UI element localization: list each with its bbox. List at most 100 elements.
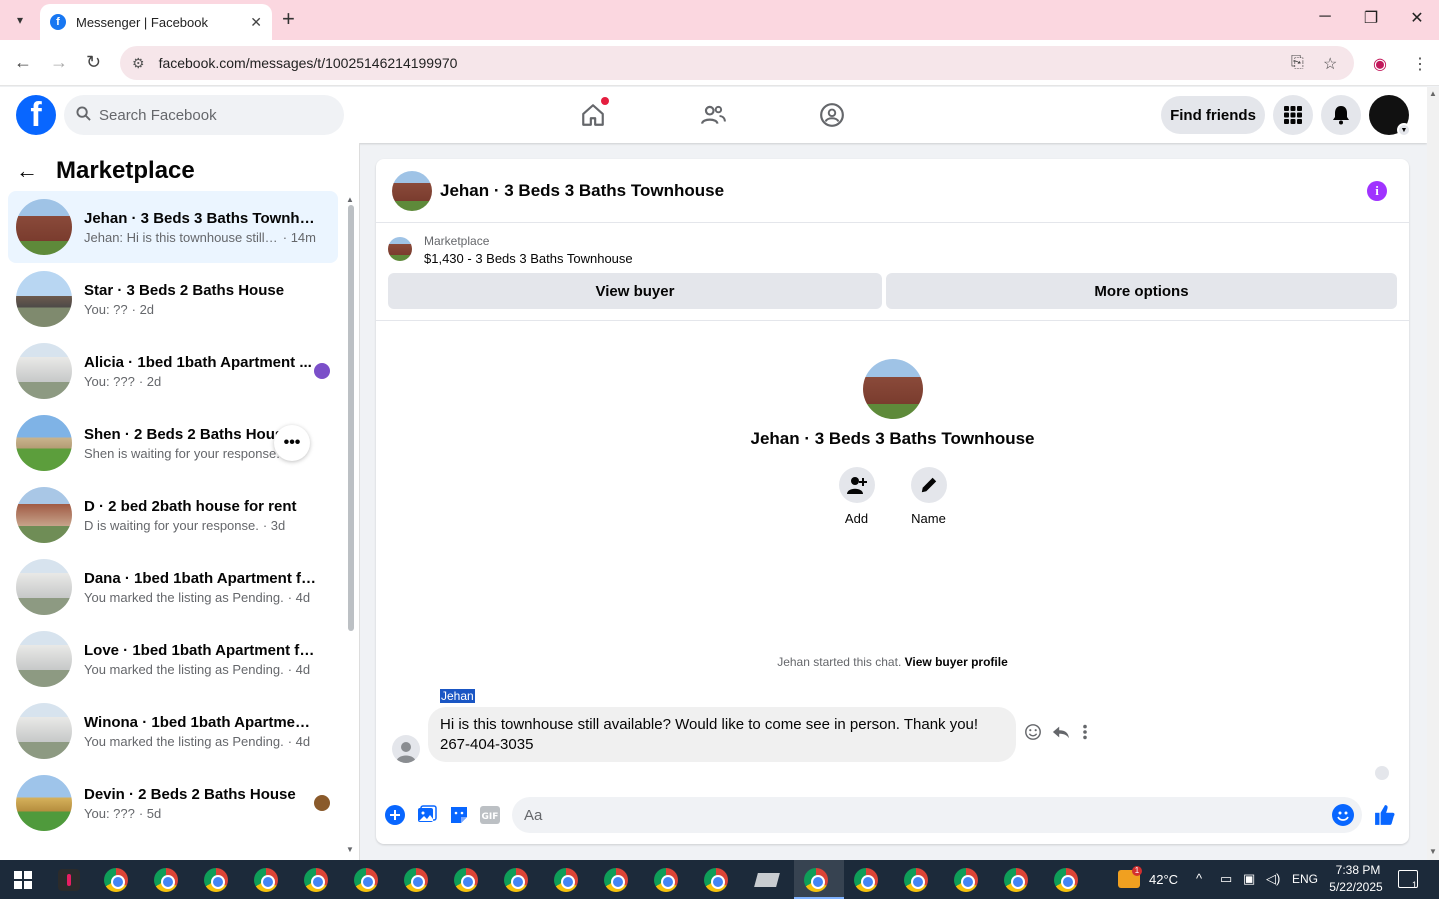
view-buyer-button[interactable]: View buyer: [388, 273, 882, 309]
plus-circle-icon[interactable]: [384, 804, 406, 826]
conversation-item[interactable]: Shen · 2 Beds 2 Baths House Shen is waiti…: [8, 407, 338, 479]
clock-date[interactable]: 5/22/2025: [1326, 880, 1386, 894]
restore-button[interactable]: ❐: [1348, 8, 1394, 28]
close-window-button[interactable]: ✕: [1394, 8, 1439, 28]
tab-close-button[interactable]: ✕: [250, 14, 262, 31]
chrome-taskbar-icon[interactable]: [154, 868, 178, 892]
new-tab-button[interactable]: +: [282, 6, 295, 32]
chrome-taskbar-icon[interactable]: [804, 868, 828, 892]
groups-icon[interactable]: [816, 99, 848, 131]
file-explorer-icon[interactable]: [754, 873, 780, 887]
chrome-taskbar-icon[interactable]: [354, 868, 378, 892]
language-indicator[interactable]: ENG: [1292, 872, 1318, 886]
thumbs-up-icon[interactable]: [1374, 804, 1396, 826]
conversation-item[interactable]: Star · 3 Beds 2 Baths House You: ?? · 2d: [8, 263, 338, 335]
forward-arrow-icon[interactable]: →: [50, 52, 68, 73]
chrome-taskbar-icon[interactable]: [854, 868, 878, 892]
chrome-taskbar-icon[interactable]: [304, 868, 328, 892]
chrome-taskbar-icon[interactable]: [204, 868, 228, 892]
conversation-item[interactable]: Winona · 1bed 1bath Apartment ... You mar…: [8, 695, 338, 767]
sender-avatar[interactable]: [392, 735, 420, 763]
chat-header-thumbnail[interactable]: [392, 170, 432, 211]
conversation-more-options-button[interactable]: •••: [274, 425, 310, 461]
bookmark-star-icon[interactable]: ☆: [1323, 54, 1337, 74]
add-people-button[interactable]: Add: [838, 467, 876, 526]
install-app-icon[interactable]: ⎘: [1291, 54, 1304, 72]
more-vertical-icon[interactable]: [1080, 723, 1090, 746]
chrome-taskbar-icon[interactable]: [604, 868, 628, 892]
meet-now-icon[interactable]: ▭: [1220, 871, 1232, 887]
volume-icon[interactable]: ◁): [1266, 871, 1280, 887]
emoji-icon[interactable]: [1332, 804, 1354, 826]
account-avatar[interactable]: ▼: [1369, 95, 1411, 137]
friends-icon[interactable]: [697, 99, 729, 131]
network-icon[interactable]: ▣: [1243, 871, 1255, 887]
conversation-preview: You marked the listing as Pending.: [84, 661, 284, 677]
tab-search-dropdown[interactable]: ▾: [8, 8, 32, 32]
photo-icon[interactable]: [416, 804, 438, 826]
sidebar-scrollbar[interactable]: ▲ ▼: [346, 195, 356, 855]
bell-icon[interactable]: [1321, 95, 1361, 135]
chrome-taskbar-icon[interactable]: [954, 868, 978, 892]
conversation-item[interactable]: D · 2 bed 2bath house for rent D is waiti…: [8, 479, 338, 551]
browser-tab[interactable]: f Messenger | Facebook ✕: [40, 4, 272, 40]
conversation-item[interactable]: Love · 1bed 1bath Apartment for... You ma…: [8, 623, 338, 695]
facebook-logo[interactable]: f: [16, 95, 56, 135]
message-input[interactable]: Aa: [512, 797, 1362, 833]
chrome-taskbar-icon[interactable]: [654, 868, 678, 892]
page-scroll-up-icon[interactable]: ▲: [1429, 89, 1437, 98]
chrome-taskbar-icon[interactable]: [454, 868, 478, 892]
url-omnibox[interactable]: ⚙ facebook.com/messages/t/10025146214199…: [120, 46, 1354, 80]
menu-grid-icon[interactable]: [1273, 95, 1313, 135]
chevron-down-icon: ▼: [1397, 123, 1411, 137]
clock-time[interactable]: 7:38 PM: [1330, 863, 1386, 877]
listing-title[interactable]: $1,430 - 3 Beds 3 Baths Townhouse: [424, 251, 633, 266]
view-buyer-profile-link[interactable]: View buyer profile: [905, 655, 1008, 669]
chrome-taskbar-icon[interactable]: [504, 868, 528, 892]
chrome-taskbar-icon[interactable]: [254, 868, 278, 892]
conversation-preview: You marked the listing as Pending.: [84, 733, 284, 749]
minimize-button[interactable]: ─: [1302, 8, 1348, 26]
chrome-taskbar-icon[interactable]: [1054, 868, 1078, 892]
windows-start-icon[interactable]: [14, 871, 32, 889]
conversation-item[interactable]: Devin · 2 Beds 2 Baths House You: ??? · 5d: [8, 767, 338, 839]
chrome-taskbar-icon[interactable]: [1004, 868, 1028, 892]
find-friends-button[interactable]: Find friends: [1161, 96, 1265, 134]
conversation-item[interactable]: Jehan · 3 Beds 3 Baths Townhouse Jehan: H…: [8, 191, 338, 263]
chrome-taskbar-icon[interactable]: [704, 868, 728, 892]
chrome-taskbar-icon[interactable]: [404, 868, 428, 892]
site-settings-icon[interactable]: ⚙: [132, 55, 145, 72]
scrollbar-thumb[interactable]: [348, 205, 354, 631]
app-taskbar-icon[interactable]: [58, 869, 80, 891]
edit-name-button[interactable]: Name: [910, 467, 948, 526]
chrome-taskbar-icon[interactable]: [554, 868, 578, 892]
conversation-preview-row: Jehan: Hi is this townhouse still a... · …: [84, 230, 316, 245]
conversation-item[interactable]: Dana · 1bed 1bath Apartment fo... You mar…: [8, 551, 338, 623]
reload-icon[interactable]: ↻: [86, 52, 101, 73]
message-bubble[interactable]: Hi is this townhouse still available? Wo…: [428, 707, 1016, 762]
home-icon[interactable]: [577, 97, 609, 131]
scroll-down-arrow-icon[interactable]: ▼: [346, 845, 354, 854]
gif-icon[interactable]: GIF: [479, 804, 501, 826]
info-icon[interactable]: i: [1367, 181, 1387, 201]
react-smiley-icon[interactable]: [1024, 723, 1042, 746]
facebook-search-input[interactable]: Search Facebook: [64, 95, 344, 135]
show-hidden-icons-icon[interactable]: ^: [1196, 871, 1202, 886]
reply-icon[interactable]: [1052, 723, 1070, 746]
conversation-item[interactable]: Alicia · 1bed 1bath Apartment ... You: ??…: [8, 335, 338, 407]
scroll-up-arrow-icon[interactable]: ▲: [346, 195, 354, 204]
back-arrow-icon[interactable]: ←: [16, 158, 38, 184]
sticker-icon[interactable]: [448, 804, 470, 826]
profile-icon[interactable]: ◉: [1373, 54, 1387, 74]
browser-menu-icon[interactable]: ⋮: [1412, 54, 1428, 74]
back-arrow-icon[interactable]: ←: [14, 52, 32, 73]
chrome-taskbar-icon[interactable]: [104, 868, 128, 892]
chrome-taskbar-icon[interactable]: [904, 868, 928, 892]
weather-badge: 1: [1132, 866, 1142, 876]
conversation-time: · 4d: [287, 589, 311, 605]
chat-header-title[interactable]: Jehan · 3 Beds 3 Baths Townhouse: [440, 181, 724, 201]
page-scrollbar[interactable]: ▲ ▼: [1427, 87, 1439, 860]
more-options-button[interactable]: More options: [886, 273, 1397, 309]
temperature[interactable]: 42°C: [1149, 872, 1178, 887]
page-scroll-down-icon[interactable]: ▼: [1429, 847, 1437, 856]
